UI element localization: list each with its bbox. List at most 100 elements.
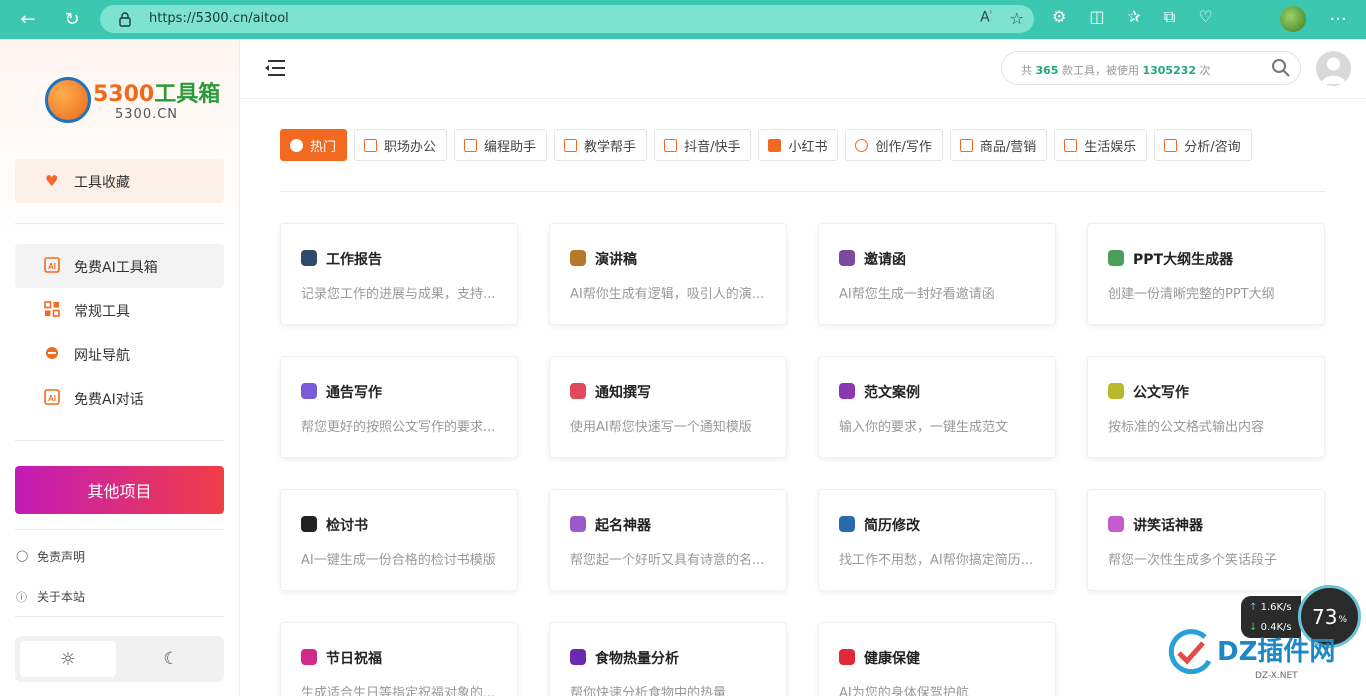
favorite-star-icon[interactable]: ☆ — [1010, 9, 1024, 28]
tool-card[interactable]: 讲笑话神器帮您一次性生成多个笑话段子 — [1087, 489, 1325, 591]
sun-icon[interactable]: ☼ — [20, 641, 116, 677]
tool-icon — [839, 250, 855, 266]
tool-card[interactable]: 通知撰写 使用AI帮您快速写一个通知模版 — [549, 356, 787, 458]
more-options-icon[interactable]: ··· — [1326, 7, 1350, 31]
chart-icon — [364, 138, 378, 152]
sidebar-item-regular-tools[interactable]: 常规工具 — [15, 288, 224, 332]
tool-title: 工作报告 — [326, 252, 382, 268]
tool-card[interactable]: PPT大纲生成器创建一份清晰完整的PPT大纲 — [1087, 223, 1325, 325]
upload-speed: 1.6K/s — [1260, 602, 1292, 613]
favorites-item[interactable]: ♥ 工具收藏 — [15, 159, 224, 203]
info-icon: ⓘ — [16, 591, 27, 604]
tool-title: 范文案例 — [864, 385, 920, 401]
video-icon — [664, 138, 678, 152]
xiaohongshu-icon — [768, 138, 782, 152]
sidebar-item-free-ai-chat[interactable]: AI 免费AI对话 — [15, 376, 224, 420]
tab-xiaohongshu[interactable]: 小红书 — [758, 129, 839, 161]
tool-description: 帮您更好的按照公文写作的要求... — [301, 420, 496, 435]
tool-card[interactable]: 检讨书 AI一键生成一份合格的检讨书模版 — [280, 489, 518, 591]
tool-description: 使用AI帮您快速写一个通知模版 — [570, 420, 752, 435]
tool-icon — [1108, 383, 1124, 399]
tool-card[interactable]: 通告写作帮您更好的按照公文写作的要求... — [280, 356, 518, 458]
fire-icon — [290, 138, 303, 152]
collections-icon[interactable]: ⧉ — [1164, 7, 1175, 27]
tool-icon — [301, 649, 317, 665]
tab-douyin[interactable]: 抖音/快手 — [654, 129, 752, 161]
tool-card[interactable]: 起名神器 帮您起一个好听又具有诗意的名... — [549, 489, 787, 591]
search-input[interactable]: 共 365 款工具，被使用 1305232 次 — [1001, 51, 1301, 85]
tool-card[interactable]: 公文写作 按标准的公文格式输出内容 — [1087, 356, 1325, 458]
tool-title: 简历修改 — [864, 518, 920, 534]
tab-office[interactable]: 职场办公 — [354, 129, 448, 161]
shield-icon: ◯ — [16, 549, 29, 562]
health-icon[interactable]: ♡ — [1198, 7, 1212, 27]
tool-title: 通告写作 — [326, 385, 382, 401]
tool-icon — [839, 649, 855, 665]
tab-life[interactable]: 生活娱乐 — [1054, 129, 1148, 161]
favorites-icon[interactable]: ✰ — [1127, 7, 1140, 27]
refresh-icon[interactable]: ↻ — [60, 7, 84, 31]
ai-chat-icon: AI — [44, 389, 60, 405]
split-screen-icon[interactable]: ◫ — [1089, 7, 1104, 27]
sidebar-item-url-nav[interactable]: 网址导航 — [15, 332, 224, 376]
tool-title: PPT大纲生成器 — [1133, 252, 1234, 268]
tool-description: 帮您一次性生成多个笑话段子 — [1108, 553, 1278, 568]
divider — [15, 529, 224, 530]
tool-icon — [301, 383, 317, 399]
tab-hot[interactable]: 热门 — [280, 129, 348, 161]
tool-icon — [839, 516, 855, 532]
tool-card[interactable]: 节日祝福生成适合生日等指定祝福对象的... — [280, 622, 518, 696]
profile-avatar[interactable] — [1280, 6, 1306, 32]
tab-writing[interactable]: 创作/写作 — [845, 129, 943, 161]
tool-description: 帮你快速分析食物中的热量 — [570, 686, 727, 696]
user-avatar[interactable] — [1316, 51, 1351, 86]
site-logo[interactable]: 5300工具箱 5300.CN — [45, 77, 220, 123]
search-icon[interactable] — [1271, 58, 1291, 78]
globe-logo-icon — [45, 77, 91, 123]
read-aloud-icon[interactable]: A⁾ — [980, 9, 992, 28]
tool-card[interactable]: 食物热量分析 帮你快速分析食物中的热量 — [549, 622, 787, 696]
tool-card[interactable]: 简历修改找工作不用愁，AI帮你搞定简历... — [818, 489, 1056, 591]
tool-description: 创建一份清晰完整的PPT大纲 — [1108, 287, 1275, 302]
sidebar-item-label: 免费AI工具箱 — [74, 260, 158, 276]
tool-title: 讲笑话神器 — [1133, 518, 1203, 534]
tool-description: 按标准的公文格式输出内容 — [1108, 420, 1265, 435]
tool-description: AI为您的身体保驾护航 — [839, 686, 969, 696]
tool-title: 节日祝福 — [326, 651, 382, 667]
svg-text:AI: AI — [48, 262, 56, 271]
tool-icon — [570, 250, 586, 266]
tool-title: 检讨书 — [326, 518, 368, 534]
menu-collapse-icon[interactable] — [265, 59, 285, 77]
tool-description: 输入你的要求，一键生成范文 — [839, 420, 1009, 435]
watermark-sub: DZ-X.NET — [1255, 671, 1298, 681]
tab-teaching[interactable]: 教学帮手 — [554, 129, 648, 161]
tool-title: 健康保健 — [864, 651, 920, 667]
ie-icon — [46, 347, 58, 359]
tool-title: 演讲稿 — [595, 252, 637, 268]
moon-icon[interactable]: ☾ — [123, 641, 219, 677]
tool-card[interactable]: 演讲稿 AI帮你生成有逻辑，吸引人的演... — [549, 223, 787, 325]
tool-card[interactable]: 工作报告 记录您工作的进展与成果，支持... — [280, 223, 518, 325]
browser-toolbar: ← ↻ https://5300.cn/aitool A⁾ ☆ ⚙ ◫ ✰ ⧉ … — [0, 0, 1366, 39]
extensions-icon[interactable]: ⚙ — [1052, 7, 1066, 27]
tool-card[interactable]: 健康保健 AI为您的身体保驾护航 — [818, 622, 1056, 696]
tab-analysis[interactable]: 分析/咨询 — [1154, 129, 1252, 161]
tool-icon — [1108, 250, 1124, 266]
divider — [15, 616, 224, 617]
sidebar: 5300工具箱 5300.CN ♥ 工具收藏 AI 免费AI工具箱 常规工具 网… — [0, 39, 240, 696]
edit-icon — [564, 138, 578, 152]
dz-check-icon — [1168, 629, 1212, 675]
other-projects-button[interactable]: 其他项目 — [15, 466, 224, 514]
analysis-icon — [1164, 138, 1178, 152]
back-icon[interactable]: ← — [16, 7, 40, 31]
tool-description: 找工作不用愁，AI帮你搞定简历... — [839, 553, 1034, 568]
sidebar-item-free-ai-tools[interactable]: AI 免费AI工具箱 — [15, 244, 224, 288]
tab-marketing[interactable]: 商品/营销 — [949, 129, 1048, 161]
tab-coding[interactable]: 编程助手 — [454, 129, 548, 161]
sidebar-item-label: 免费AI对话 — [74, 392, 144, 408]
tool-card[interactable]: 范文案例输入你的要求，一键生成范文 — [818, 356, 1056, 458]
ai-icon: AI — [44, 257, 60, 273]
tool-description: 生成适合生日等指定祝福对象的... — [301, 686, 496, 696]
tool-card[interactable]: 邀请函 AI帮您生成一封好看邀请函 — [818, 223, 1056, 325]
address-bar[interactable]: https://5300.cn/aitool A⁾ ☆ — [100, 5, 1034, 33]
